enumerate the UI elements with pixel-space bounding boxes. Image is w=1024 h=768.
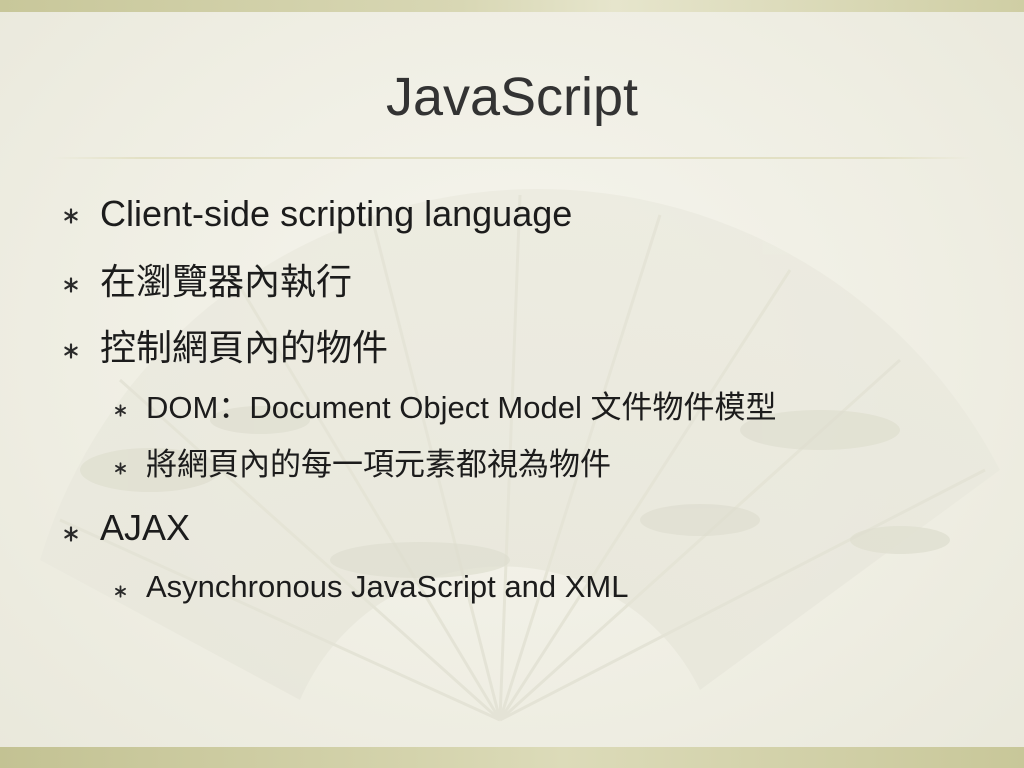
asterisk-icon bbox=[115, 404, 126, 417]
asterisk-icon bbox=[64, 277, 78, 293]
bullet-item: DOM：Document Object Model 文件物件模型 bbox=[146, 390, 777, 425]
asterisk-icon bbox=[64, 208, 78, 224]
bullet-item: 控制網頁內的物件 bbox=[100, 327, 389, 368]
bullet-item: 在瀏覽器內執行 bbox=[100, 261, 353, 302]
bullet-item: Client-side scripting language bbox=[100, 193, 573, 234]
slide: JavaScript Client-side scripting languag… bbox=[0, 0, 1024, 768]
asterisk-icon bbox=[115, 462, 126, 475]
asterisk-icon bbox=[64, 526, 78, 542]
bullet-item: Asynchronous JavaScript and XML bbox=[146, 569, 629, 604]
bullet-list: Client-side scripting language 在瀏覽器內執行 控… bbox=[0, 0, 1024, 768]
bullet-item: 將網頁內的每一項元素都視為物件 bbox=[146, 447, 611, 482]
asterisk-icon bbox=[115, 585, 126, 598]
bullet-item: AJAX bbox=[100, 507, 191, 548]
bottom-decorative-band bbox=[0, 747, 1024, 768]
asterisk-icon bbox=[64, 343, 78, 359]
